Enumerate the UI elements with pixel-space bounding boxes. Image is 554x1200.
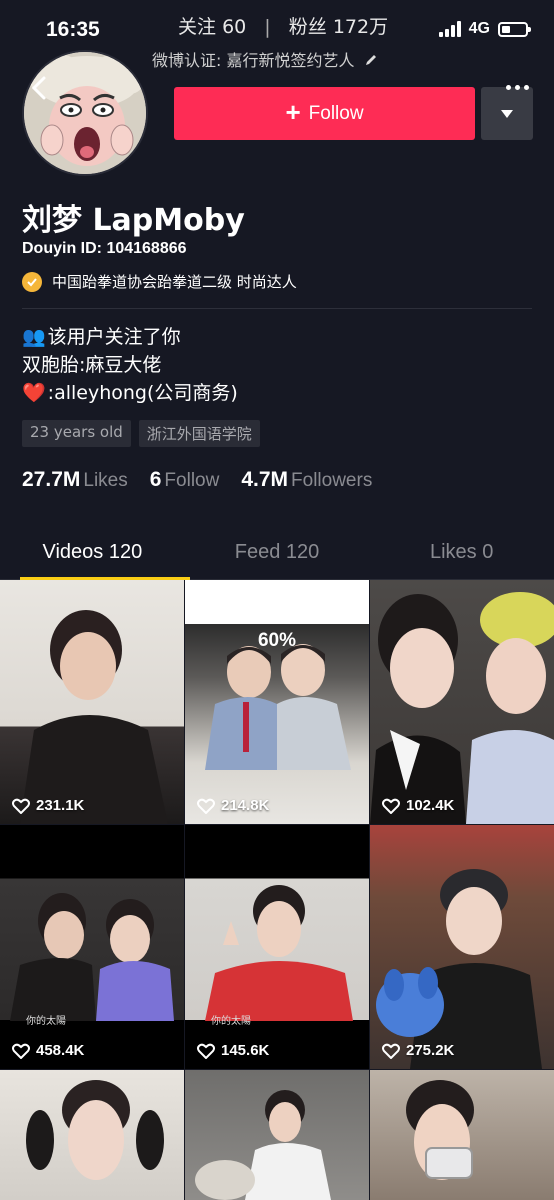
like-count-value: 231.1K <box>36 797 85 814</box>
back-button[interactable] <box>24 70 54 106</box>
fans-label: 粉丝 <box>288 16 327 38</box>
like-count-value: 214.8K <box>221 797 270 814</box>
divider <box>22 308 532 309</box>
like-count: 214.8K <box>197 797 269 814</box>
heart-outline-icon <box>12 798 30 814</box>
following-count-stat: 6 <box>149 468 162 491</box>
battery-icon <box>498 21 531 37</box>
followers-count: 4.7M <box>241 468 289 491</box>
video-thumbnail[interactable] <box>185 1070 369 1200</box>
weibo-verification: 微博认证: 嘉行新悦签约艺人 <box>152 47 378 71</box>
header-stats: 关注 60 | 粉丝 172万 <box>178 12 388 39</box>
like-count-value: 102.4K <box>406 797 455 814</box>
network-type: 4G <box>468 20 490 37</box>
profile-tags: 23 years old 浙江外国语学院 <box>22 420 260 447</box>
heart-outline-icon <box>197 1043 215 1059</box>
video-thumbnail[interactable] <box>370 1070 554 1200</box>
bio: 👥 该用户关注了你 双胞胎:麻豆大佬 ❤️ :alleyhong(公司商务) <box>22 323 238 407</box>
video-grid: 231.1K 60% 214.8K 102.4K 你的太陽 458.4K 你的太… <box>0 580 554 1069</box>
douyin-id[interactable]: Douyin ID: 104168866 <box>22 240 187 258</box>
profile-name: 刘梦 LapMoby <box>22 203 245 238</box>
likes-count: 27.7M <box>22 468 81 491</box>
video-thumbnail[interactable] <box>0 1070 184 1200</box>
like-count: 458.4K <box>12 1042 84 1059</box>
progress-overlay: 60% <box>257 630 297 651</box>
bio-line: ❤️ :alleyhong(公司商务) <box>22 379 238 407</box>
like-count: 145.6K <box>197 1042 269 1059</box>
tab-videos[interactable]: Videos 120 <box>0 530 190 580</box>
weibo-verification-text: 微博认证: 嘉行新悦签约艺人 <box>152 51 355 70</box>
like-count-value: 458.4K <box>36 1042 85 1059</box>
bio-line: 双胞胎:麻豆大佬 <box>22 351 238 379</box>
verified-text: 中国跆拳道协会跆拳道二级 时尚达人 <box>52 273 297 291</box>
like-count-value: 275.2K <box>406 1042 455 1059</box>
tab-likes[interactable]: Likes 0 <box>369 530 554 579</box>
verified-row: 中国跆拳道协会跆拳道二级 时尚达人 <box>22 271 297 292</box>
heart-outline-icon <box>382 1043 400 1059</box>
video-thumbnail[interactable]: 275.2K <box>370 825 554 1069</box>
followers-stat[interactable]: 4.7M Followers <box>241 468 372 492</box>
video-thumbnail[interactable]: 231.1K <box>0 580 184 824</box>
likes-label: Likes <box>83 470 128 491</box>
pencil-icon[interactable] <box>364 52 378 71</box>
likes-stat[interactable]: 27.7M Likes <box>22 468 128 492</box>
bio-text: 双胞胎:麻豆大佬 <box>22 354 162 376</box>
like-count: 231.1K <box>12 797 84 814</box>
plus-icon: + <box>285 97 301 127</box>
school-tag[interactable]: 浙江外国语学院 <box>138 420 260 447</box>
verified-badge-icon <box>22 271 42 292</box>
profile-stats: 27.7M Likes 6 Follow 4.7M Followers <box>22 468 372 492</box>
video-thumbnail[interactable]: 你的太陽 458.4K <box>0 825 184 1069</box>
recommend-dropdown-button[interactable] <box>481 87 533 140</box>
following-label-stat: Follow <box>164 470 220 491</box>
profile-tabs: Videos 120 Feed 120 Likes 0 <box>0 530 554 580</box>
avatar[interactable] <box>22 50 148 176</box>
video-thumbnail[interactable]: 60% 214.8K <box>185 580 369 824</box>
heart-outline-icon <box>12 1043 30 1059</box>
more-options-button[interactable] <box>500 80 534 94</box>
video-thumbnail[interactable]: 你的太陽 145.6K <box>185 825 369 1069</box>
following-count: 60 <box>222 16 247 38</box>
follow-button-label: Follow <box>308 102 364 124</box>
video-caption: 你的太陽 <box>26 1016 66 1027</box>
followers-label: Followers <box>291 470 373 491</box>
caret-down-icon <box>501 109 513 118</box>
following-stat[interactable]: 6 Follow <box>150 468 220 492</box>
bio-line: 👥 该用户关注了你 <box>22 323 238 351</box>
video-grid-row <box>0 1070 554 1200</box>
signal-icon <box>438 21 461 37</box>
following-label: 关注 <box>178 16 217 38</box>
like-count-value: 145.6K <box>221 1042 270 1059</box>
stats-divider: | <box>264 16 271 38</box>
heart-outline-icon <box>197 798 215 814</box>
tab-feed[interactable]: Feed 120 <box>185 530 370 579</box>
bio-text: 该用户关注了你 <box>47 326 181 348</box>
video-caption: 你的太陽 <box>211 1016 251 1027</box>
chevron-left-icon <box>31 76 46 100</box>
system-indicators: 4G <box>438 20 531 38</box>
like-count: 102.4K <box>382 797 454 814</box>
age-tag: 23 years old <box>22 420 131 447</box>
clock: 16:35 <box>46 18 100 41</box>
fans-count: 172万 <box>332 16 389 38</box>
video-thumbnail[interactable]: 102.4K <box>370 580 554 824</box>
friends-icon: 👥 <box>22 326 46 348</box>
bio-text: :alleyhong(公司商务) <box>47 382 238 404</box>
heart-icon: ❤️ <box>22 382 46 404</box>
heart-outline-icon <box>382 798 400 814</box>
like-count: 275.2K <box>382 1042 454 1059</box>
follow-button[interactable]: + Follow <box>174 87 475 140</box>
